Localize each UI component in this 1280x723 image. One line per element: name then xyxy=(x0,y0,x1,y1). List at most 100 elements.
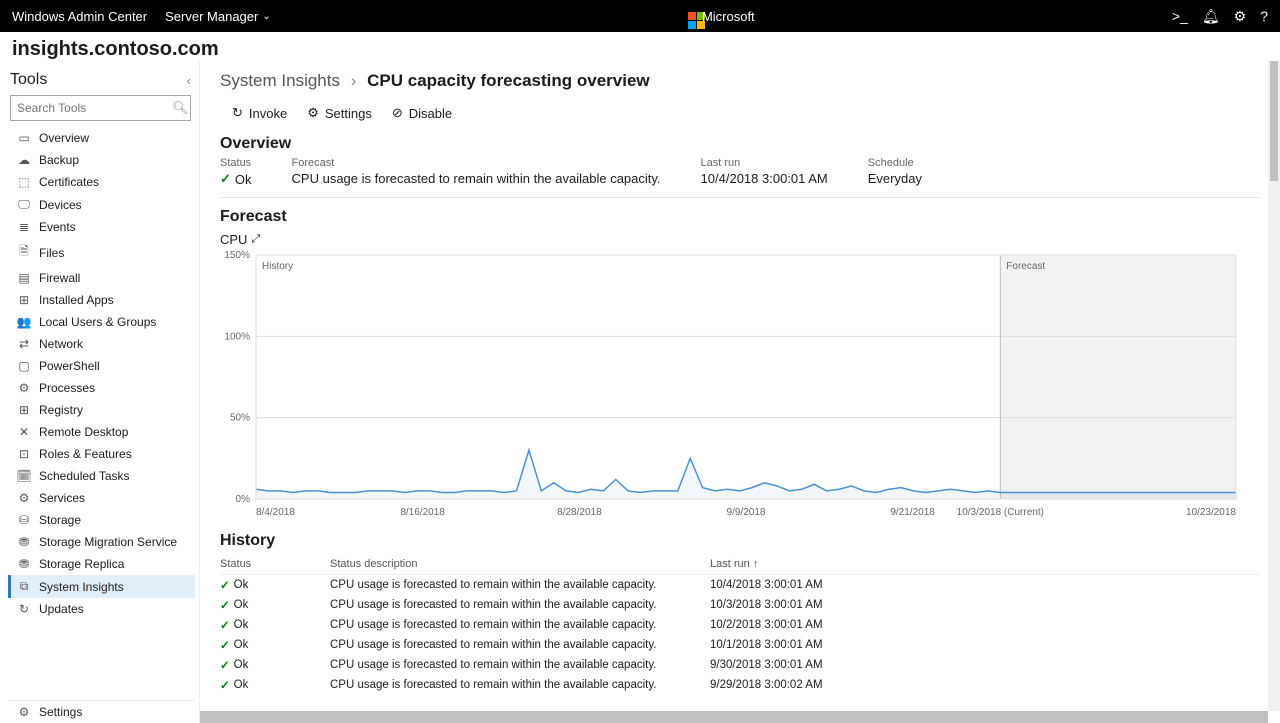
sidebar-item-system-insights[interactable]: ⧉System Insights xyxy=(8,575,195,598)
nav-icon: ↻ xyxy=(17,602,31,616)
nav-icon: ✕ xyxy=(17,425,31,439)
row-status: Ok xyxy=(234,579,249,591)
nav-icon: ☁ xyxy=(17,153,31,167)
gear-icon[interactable]: ⚙ xyxy=(1234,8,1247,25)
sidebar-item-label: Network xyxy=(39,337,83,351)
sidebar-item-powershell[interactable]: ▢PowerShell xyxy=(8,355,195,377)
sidebar-item-storage[interactable]: ⛁ Storage xyxy=(8,509,195,531)
row-desc: CPU usage is forecasted to remain within… xyxy=(330,579,710,591)
sidebar-item-label: Files xyxy=(39,246,64,260)
col-run[interactable]: Last run ↑ xyxy=(710,558,910,570)
sidebar-item-updates[interactable]: ↻ Updates xyxy=(8,598,195,620)
status-value: Ok xyxy=(235,172,252,187)
sidebar-item-devices[interactable]: 🖵 Devices xyxy=(8,193,195,216)
svg-text:50%: 50% xyxy=(230,413,250,424)
sidebar-item-label: Local Users & Groups xyxy=(39,315,156,329)
disable-icon: ⊘ xyxy=(392,105,403,121)
history-row[interactable]: ✓ Ok CPU usage is forecasted to remain wit… xyxy=(220,635,1260,655)
history-row[interactable]: ✓OkCPU usage is forecasted to remain wit… xyxy=(220,575,1260,595)
microsoft-logo xyxy=(688,12,696,20)
vertical-scrollbar[interactable] xyxy=(1268,61,1280,711)
sidebar-item-processes[interactable]: ⚙Processes xyxy=(8,377,195,399)
sidebar-item-storage-migration-service[interactable]: ⛃Storage Migration Service xyxy=(8,531,195,553)
sidebar-item-label: Storage xyxy=(39,513,81,527)
nav-icon: ▭ xyxy=(17,131,31,145)
lastrun-label: Last run xyxy=(701,157,828,169)
svg-text:10/3/2018 (Current): 10/3/2018 (Current) xyxy=(957,507,1044,518)
row-desc: CPU usage is forecasted to remain within… xyxy=(330,639,710,651)
horizontal-scrollbar[interactable] xyxy=(200,711,1268,723)
sidebar-item-registry[interactable]: ⊞ Registry xyxy=(8,399,195,421)
sidebar-item-local-users-groups[interactable]: 👥 Local Users & Groups xyxy=(8,311,195,333)
sidebar-item-events[interactable]: ≣Events xyxy=(8,216,195,238)
sidebar-title: Tools xyxy=(10,71,47,89)
nav-icon: ⊞ xyxy=(17,403,31,417)
sidebar-item-backup[interactable]: ☁Backup xyxy=(8,149,195,171)
disable-button[interactable]: ⊘ Disable xyxy=(392,105,452,121)
row-run: 10/1/2018 3:00:01 AM xyxy=(710,639,910,651)
nav-icon: ⛁ xyxy=(17,513,31,527)
sidebar-item-storage-replica[interactable]: ⛃Storage Replica xyxy=(8,553,195,575)
history-row[interactable]: ✓OkCPU usage is forecasted to remain wit… xyxy=(220,675,1260,695)
nav-icon: 🖵 xyxy=(17,197,31,212)
sidebar-item-services[interactable]: ⚙Services xyxy=(8,487,195,509)
sidebar-item-firewall[interactable]: ▤Firewall xyxy=(8,267,195,289)
breadcrumb-parent[interactable]: System Insights xyxy=(220,71,340,90)
check-icon: ✓ xyxy=(220,638,230,652)
schedule-value: Everyday xyxy=(868,171,922,186)
breadcrumb: System Insights › CPU capacity forecasti… xyxy=(220,69,1260,101)
col-status[interactable]: Status xyxy=(220,558,330,570)
search-icon[interactable]: 🔍︎ xyxy=(172,100,189,116)
gear-icon: ⚙ xyxy=(307,105,319,121)
sidebar-item-files[interactable]: 🗎Files xyxy=(8,238,195,267)
nav-icon: ▤ xyxy=(17,271,31,285)
sidebar-item-label: Overview xyxy=(39,131,89,145)
settings-button[interactable]: ⚙ Settings xyxy=(307,105,372,121)
server-manager-menu[interactable]: Server Manager ⌄ xyxy=(165,9,271,24)
svg-text:150%: 150% xyxy=(224,250,250,261)
nav-icon: 👥 xyxy=(17,315,31,329)
sidebar-item-label: System Insights xyxy=(39,580,124,594)
expand-icon[interactable]: ⤢ xyxy=(251,233,260,246)
row-status: Ok xyxy=(234,619,249,631)
sidebar-item-label: Services xyxy=(39,491,85,505)
sidebar-item-label: Devices xyxy=(39,198,82,212)
check-icon: ✓ xyxy=(220,618,230,632)
check-icon: ✓ xyxy=(220,658,230,672)
sidebar-item-certificates[interactable]: ⬚Certificates xyxy=(8,171,195,193)
row-desc: CPU usage is forecasted to remain within… xyxy=(330,619,710,631)
bell-icon[interactable]: 🔔︎ xyxy=(1202,8,1220,25)
sidebar-item-label: Roles & Features xyxy=(39,447,132,461)
app-name[interactable]: Windows Admin Center xyxy=(12,9,147,24)
search-box[interactable]: 🔍︎ xyxy=(10,95,191,121)
host-name: insights.contoso.com xyxy=(0,32,1280,61)
svg-text:History: History xyxy=(262,261,293,272)
search-input[interactable] xyxy=(17,101,172,115)
sidebar-item-label: Events xyxy=(39,220,76,234)
sidebar-item-scheduled-tasks[interactable]: 🗓Scheduled Tasks xyxy=(8,465,195,487)
col-desc[interactable]: Status description xyxy=(330,558,710,570)
row-run: 9/29/2018 3:00:02 AM xyxy=(710,679,910,691)
forecast-value: CPU usage is forecasted to remain within… xyxy=(292,171,661,186)
sidebar-item-label: Updates xyxy=(39,602,84,616)
history-row[interactable]: ✓ Ok CPU usage is forecasted to remain wit… xyxy=(220,615,1260,635)
sidebar-item-network[interactable]: ⇄Network xyxy=(8,333,195,355)
row-status: Ok xyxy=(234,679,249,691)
scrollbar-thumb[interactable] xyxy=(1270,61,1278,181)
svg-text:8/4/2018: 8/4/2018 xyxy=(256,507,295,518)
history-row[interactable]: ✓OkCPU usage is forecasted to remain wit… xyxy=(220,595,1260,615)
collapse-sidebar-icon[interactable]: ‹ xyxy=(187,73,191,88)
svg-text:8/28/2018: 8/28/2018 xyxy=(557,507,602,518)
invoke-button[interactable]: ↻ Invoke xyxy=(232,105,287,121)
console-icon[interactable]: >_ xyxy=(1172,8,1188,24)
sidebar-item-roles-features[interactable]: ⊡Roles & Features xyxy=(8,443,195,465)
nav-icon: ⊞ xyxy=(17,293,31,307)
sidebar-item-installed-apps[interactable]: ⊞Installed Apps xyxy=(8,289,195,311)
sidebar-item-overview[interactable]: ▭ Overview xyxy=(8,127,195,149)
sidebar-item-remote-desktop[interactable]: ✕Remote Desktop xyxy=(8,421,195,443)
sidebar-item-label: Registry xyxy=(39,403,83,417)
row-run: 9/30/2018 3:00:01 AM xyxy=(710,659,910,671)
history-row[interactable]: ✓OkCPU usage is forecasted to remain wit… xyxy=(220,655,1260,675)
row-status: Ok xyxy=(234,639,249,651)
help-icon[interactable]: ? xyxy=(1260,8,1268,24)
